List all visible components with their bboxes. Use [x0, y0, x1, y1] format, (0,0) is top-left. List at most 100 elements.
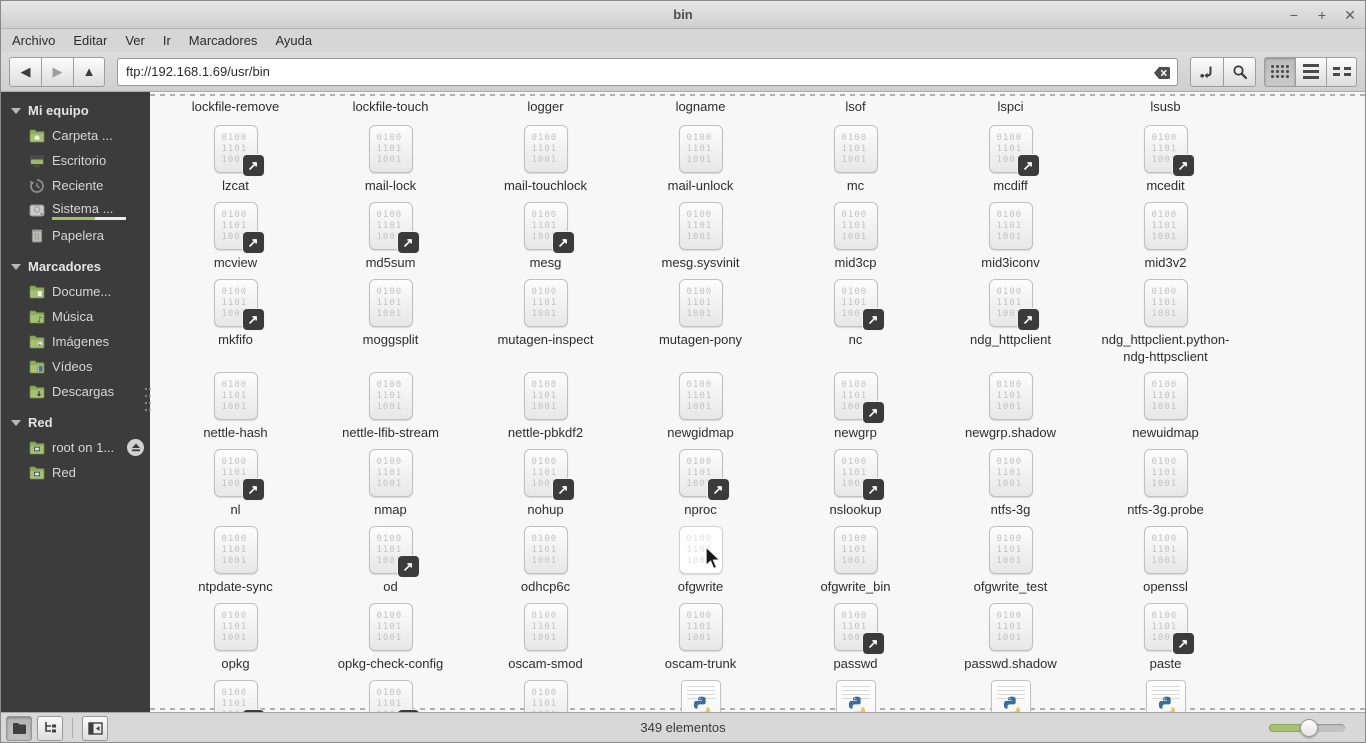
sidebar-item-papelera[interactable]: Papelera [1, 223, 150, 248]
file-item-newuidmap[interactable]: 0100 1101 1001 newuidmap [1088, 372, 1243, 441]
file-item-ofgwrite-test[interactable]: 0100 1101 1001 ofgwrite_test [933, 526, 1088, 595]
sidebar-item-descargas[interactable]: Descargas [1, 379, 150, 404]
file-item-nettle-pbkdf2[interactable]: 0100 1101 1001 nettle-pbkdf2 [468, 372, 623, 441]
file-item-mutagen-pony[interactable]: 0100 1101 1001 mutagen-pony [623, 279, 778, 365]
maximize-button[interactable]: + [1313, 6, 1331, 24]
file-item-nohup[interactable]: 0100 1101 1001 ↗ nohup [468, 449, 623, 518]
file-item-ofgwrite[interactable]: 0100 1101 1001 ofgwrite [623, 526, 778, 595]
file-item-nslookup[interactable]: 0100 1101 1001 ↗ nslookup [778, 449, 933, 518]
file-item-lockfile-remove[interactable]: lockfile-remove [158, 94, 313, 115]
file-item[interactable]: 0100 1101 1001 [468, 680, 623, 712]
file-item-passwd[interactable]: 0100 1101 1001 ↗ passwd [778, 603, 933, 672]
file-item-lsof[interactable]: lsof [778, 94, 933, 115]
zoom-slider-thumb[interactable] [1300, 719, 1318, 737]
file-item-mail-unlock[interactable]: 0100 1101 1001 mail-unlock [623, 125, 778, 194]
sidebar-item-escritorio[interactable]: Escritorio [1, 148, 150, 173]
file-item-od[interactable]: 0100 1101 1001 ↗ od [313, 526, 468, 595]
file-item[interactable] [933, 680, 1088, 712]
sidebar-item-root-on-1[interactable]: root on 1... [1, 435, 150, 460]
sidebar-item-sistema[interactable]: Sistema ... [1, 198, 150, 223]
toggle-location-entry-button[interactable] [1190, 56, 1223, 87]
sidebar-section-mi-equipo[interactable]: Mi equipo [1, 98, 150, 123]
file-item-mesg[interactable]: 0100 1101 1001 ↗ mesg [468, 202, 623, 271]
location-input[interactable] [126, 64, 1147, 79]
titlebar[interactable]: bin − + ✕ [1, 1, 1365, 29]
hide-sidebar-button[interactable] [82, 715, 108, 741]
file-item-mcdiff[interactable]: 0100 1101 1001 ↗ mcdiff [933, 125, 1088, 194]
collapse-triangle-icon[interactable] [11, 419, 21, 426]
file-item-mid3cp[interactable]: 0100 1101 1001 mid3cp [778, 202, 933, 271]
sidebar-item-red[interactable]: Red [1, 460, 150, 485]
menu-marcadores[interactable]: Marcadores [180, 30, 267, 51]
sidebar-section-marcadores[interactable]: Marcadores [1, 254, 150, 279]
sidebar-item-carpeta[interactable]: Carpeta ... [1, 123, 150, 148]
file-item-ntfs-3g-probe[interactable]: 0100 1101 1001 ntfs-3g.probe [1088, 449, 1243, 518]
search-button[interactable] [1223, 56, 1256, 87]
eject-button[interactable] [127, 439, 145, 456]
menu-ver[interactable]: Ver [116, 30, 154, 51]
compact-view-button[interactable] [1326, 56, 1357, 87]
file-item-mcview[interactable]: 0100 1101 1001 ↗ mcview [158, 202, 313, 271]
back-button[interactable]: ◀ [9, 56, 41, 87]
file-item-mutagen-inspect[interactable]: 0100 1101 1001 mutagen-inspect [468, 279, 623, 365]
sidebar-section-red[interactable]: Red [1, 410, 150, 435]
icon-view-button[interactable] [1264, 56, 1295, 87]
forward-button[interactable]: ▶ [41, 56, 73, 87]
file-item-oscam-trunk[interactable]: 0100 1101 1001 oscam-trunk [623, 603, 778, 672]
file-item-lsusb[interactable]: lsusb [1088, 94, 1243, 115]
file-item-mid3iconv[interactable]: 0100 1101 1001 mid3iconv [933, 202, 1088, 271]
file-item-logger[interactable]: logger [468, 94, 623, 115]
up-button[interactable]: ▲ [73, 56, 105, 87]
pane-resize-grip[interactable] [145, 388, 151, 411]
file-item-openssl[interactable]: 0100 1101 1001 openssl [1088, 526, 1243, 595]
close-button[interactable]: ✕ [1341, 6, 1359, 24]
sidebar-item-reciente[interactable]: Reciente [1, 173, 150, 198]
file-item-newgidmap[interactable]: 0100 1101 1001 newgidmap [623, 372, 778, 441]
file-item-mesg-sysvinit[interactable]: 0100 1101 1001 mesg.sysvinit [623, 202, 778, 271]
menu-ayuda[interactable]: Ayuda [266, 30, 321, 51]
file-item-newgrp[interactable]: 0100 1101 1001 ↗ newgrp [778, 372, 933, 441]
location-bar[interactable] [117, 57, 1178, 86]
file-item-paste[interactable]: 0100 1101 1001 ↗ paste [1088, 603, 1243, 672]
file-item-mail-lock[interactable]: 0100 1101 1001 mail-lock [313, 125, 468, 194]
file-item[interactable] [1088, 680, 1243, 712]
menu-archivo[interactable]: Archivo [3, 30, 64, 51]
file-item-newgrp-shadow[interactable]: 0100 1101 1001 newgrp.shadow [933, 372, 1088, 441]
file-item-mid3v2[interactable]: 0100 1101 1001 mid3v2 [1088, 202, 1243, 271]
file-item-ndg-httpclient-python-ndg-httpsclient[interactable]: 0100 1101 1001 ndg_httpclient.python-ndg-… [1088, 279, 1243, 365]
minimize-button[interactable]: − [1285, 6, 1303, 24]
file-item-ndg-httpclient[interactable]: 0100 1101 1001 ↗ ndg_httpclient [933, 279, 1088, 365]
file-item-md5sum[interactable]: 0100 1101 1001 ↗ md5sum [313, 202, 468, 271]
file-item-mc[interactable]: 0100 1101 1001 mc [778, 125, 933, 194]
file-item-opkg[interactable]: 0100 1101 1001 opkg [158, 603, 313, 672]
file-item[interactable] [623, 680, 778, 712]
zoom-slider[interactable] [1269, 719, 1345, 737]
sidebar-item-docume[interactable]: Docume... [1, 279, 150, 304]
sidebar-item-v-deos[interactable]: Vídeos [1, 354, 150, 379]
file-item-lockfile-touch[interactable]: lockfile-touch [313, 94, 468, 115]
collapse-triangle-icon[interactable] [11, 263, 21, 270]
file-item-nettle-hash[interactable]: 0100 1101 1001 nettle-hash [158, 372, 313, 441]
clear-location-icon[interactable] [1153, 64, 1171, 82]
file-item[interactable] [778, 680, 933, 712]
file-item[interactable]: 0100 1101 1001↗ [313, 680, 468, 712]
file-item-moggsplit[interactable]: 0100 1101 1001 moggsplit [313, 279, 468, 365]
file-item-lspci[interactable]: lspci [933, 94, 1088, 115]
file-item-mail-touchlock[interactable]: 0100 1101 1001 mail-touchlock [468, 125, 623, 194]
file-item-nl[interactable]: 0100 1101 1001 ↗ nl [158, 449, 313, 518]
file-item-nc[interactable]: 0100 1101 1001 ↗ nc [778, 279, 933, 365]
file-item-logname[interactable]: logname [623, 94, 778, 115]
file-item-mkfifo[interactable]: 0100 1101 1001 ↗ mkfifo [158, 279, 313, 365]
file-item-nproc[interactable]: 0100 1101 1001 ↗ nproc [623, 449, 778, 518]
file-item-mcedit[interactable]: 0100 1101 1001 ↗ mcedit [1088, 125, 1243, 194]
collapse-triangle-icon[interactable] [11, 107, 21, 114]
file-item-odhcp6c[interactable]: 0100 1101 1001 odhcp6c [468, 526, 623, 595]
menu-ir[interactable]: Ir [154, 30, 180, 51]
menu-editar[interactable]: Editar [64, 30, 116, 51]
sidebar-item-m-sica[interactable]: ♪ Música [1, 304, 150, 329]
file-item-ntfs-3g[interactable]: 0100 1101 1001 ntfs-3g [933, 449, 1088, 518]
file-item-ofgwrite-bin[interactable]: 0100 1101 1001 ofgwrite_bin [778, 526, 933, 595]
file-item-nettle-lfib-stream[interactable]: 0100 1101 1001 nettle-lfib-stream [313, 372, 468, 441]
file-item-oscam-smod[interactable]: 0100 1101 1001 oscam-smod [468, 603, 623, 672]
places-sidebar-button[interactable] [6, 715, 32, 741]
